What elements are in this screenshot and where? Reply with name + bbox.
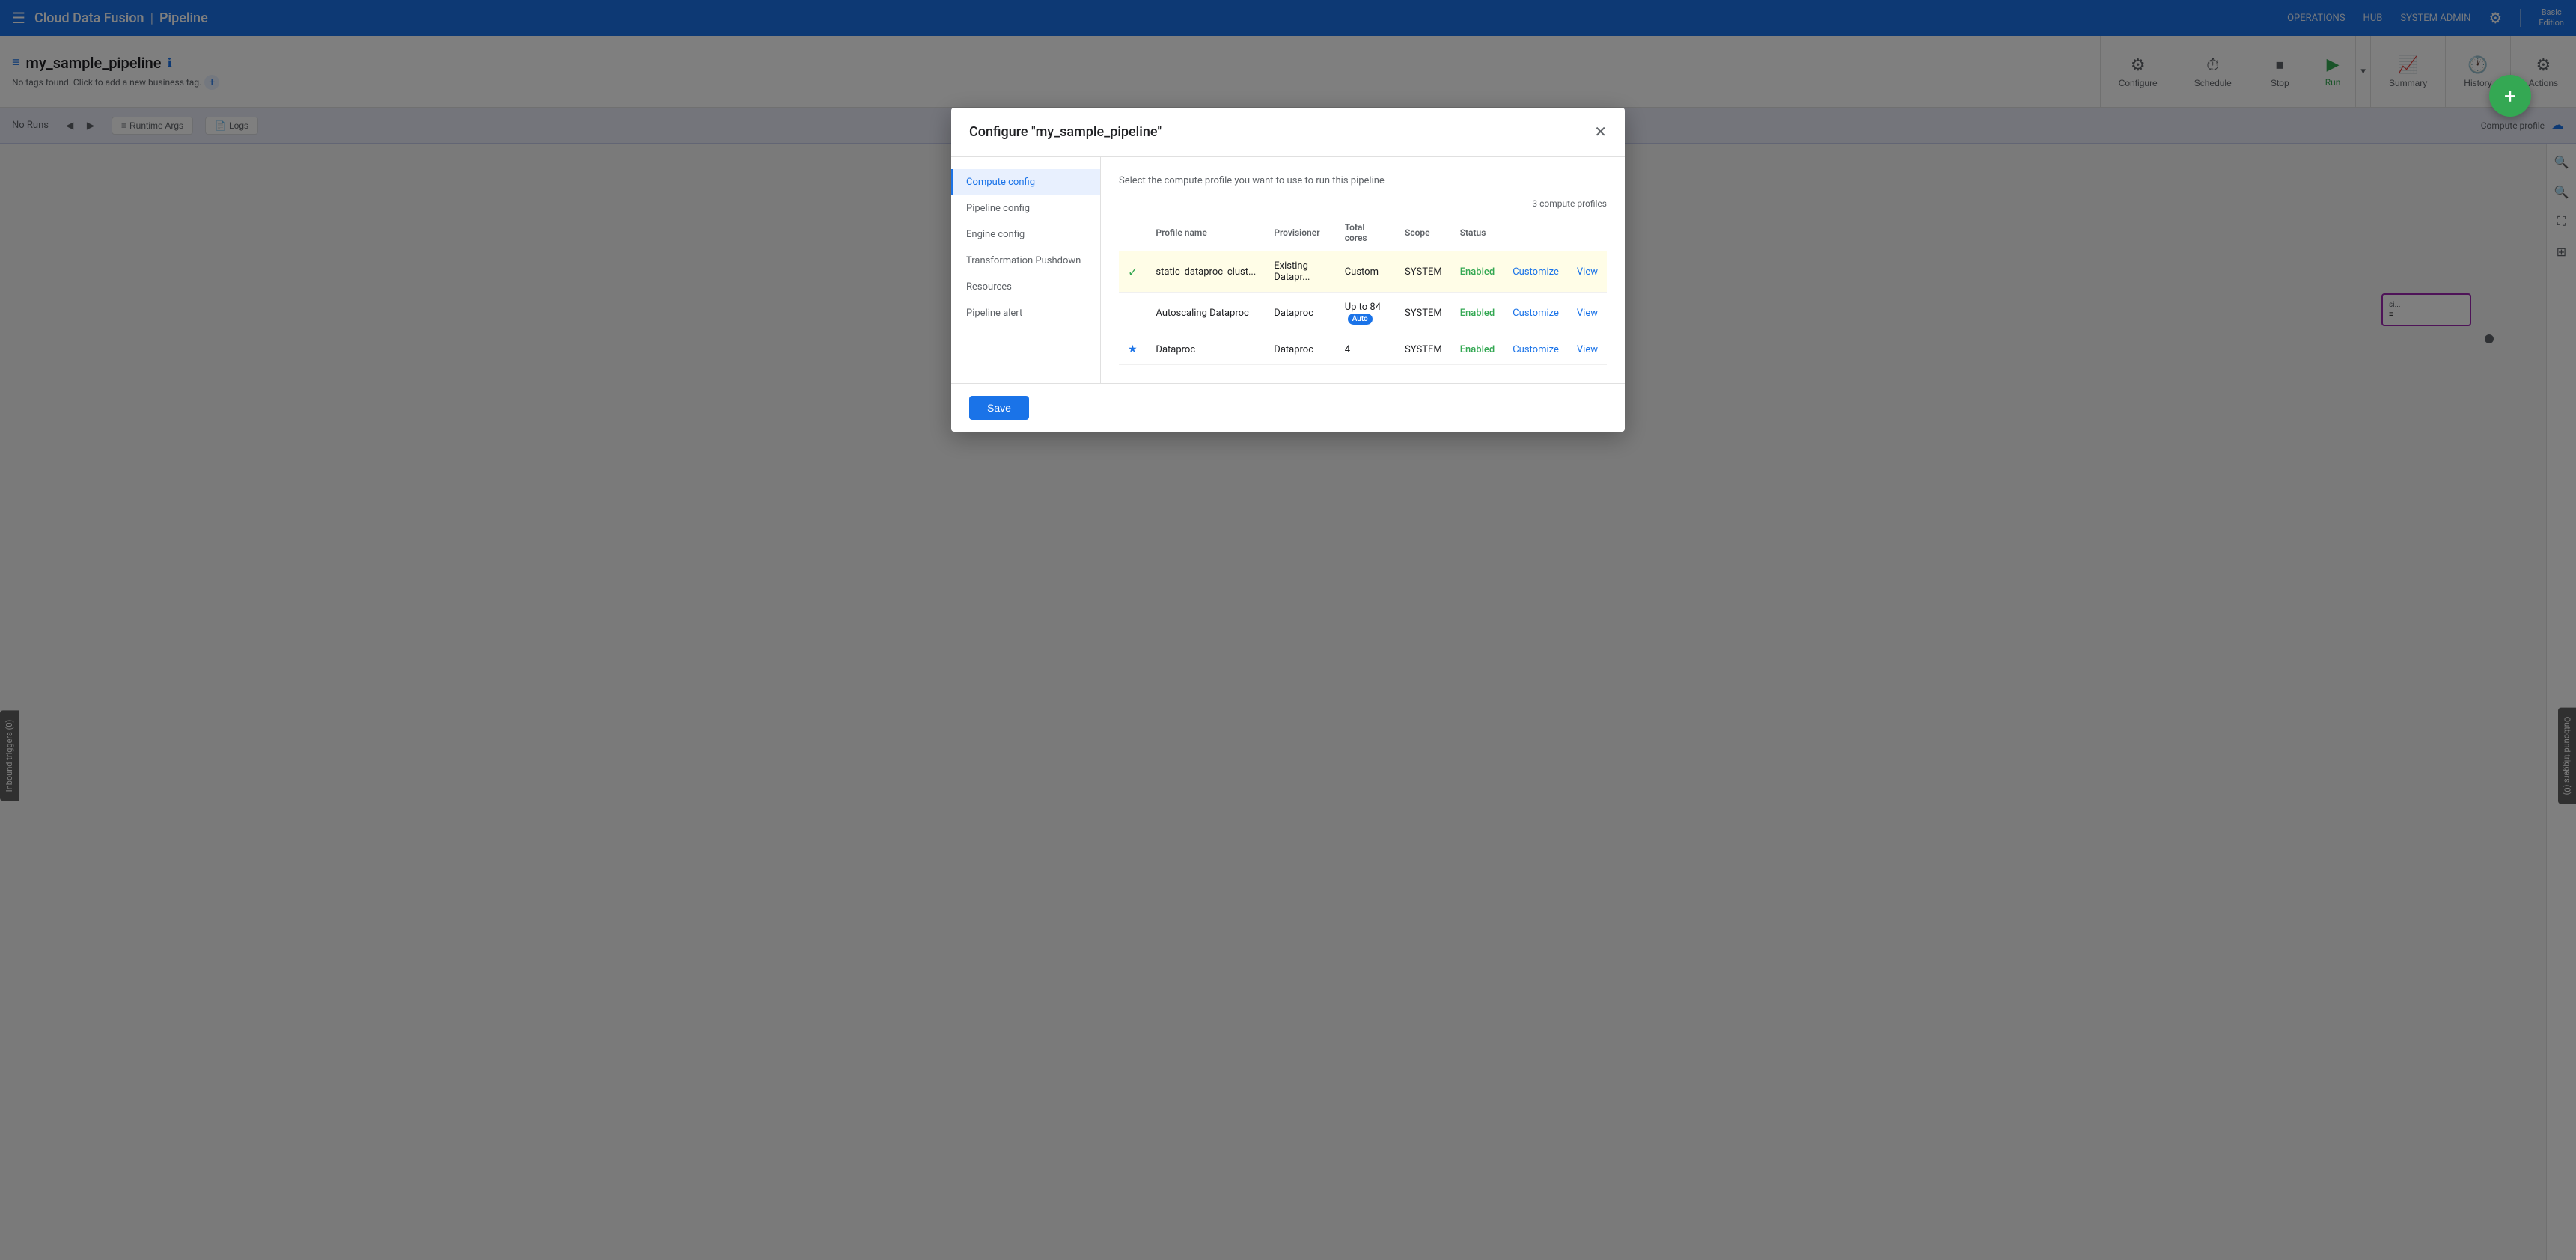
row-indicator-3: ★ <box>1119 334 1147 365</box>
modal-content-area: Select the compute profile you want to u… <box>1101 157 1625 383</box>
view-link-3[interactable]: View <box>1577 344 1598 355</box>
status-enabled-3: Enabled <box>1460 344 1495 355</box>
row-provisioner-2: Dataproc <box>1265 293 1335 334</box>
row-view-2[interactable]: View <box>1568 293 1607 334</box>
col-provisioner: Provisioner <box>1265 215 1335 251</box>
nav-compute-config[interactable]: Compute config <box>951 169 1100 195</box>
nav-pipeline-config[interactable]: Pipeline config <box>951 195 1100 221</box>
row-total-cores-2: Up to 84 Auto <box>1336 293 1396 334</box>
auto-badge: Auto <box>1348 314 1373 325</box>
table-row[interactable]: Autoscaling Dataproc Dataproc Up to 84 A… <box>1119 293 1607 334</box>
view-link-2[interactable]: View <box>1577 308 1598 319</box>
status-enabled: Enabled <box>1460 266 1495 278</box>
row-status-3: Enabled <box>1451 334 1504 365</box>
modal-header: Configure "my_sample_pipeline" ✕ <box>951 108 1625 157</box>
row-indicator: ✓ <box>1119 251 1147 293</box>
modal-overlay[interactable]: Configure "my_sample_pipeline" ✕ Compute… <box>0 0 2576 1260</box>
row-profile-name-3: Dataproc <box>1147 334 1265 365</box>
row-scope: SYSTEM <box>1396 251 1451 293</box>
content-description: Select the compute profile you want to u… <box>1119 175 1607 186</box>
customize-link-2[interactable]: Customize <box>1513 308 1559 319</box>
row-total-cores: Custom <box>1336 251 1396 293</box>
status-enabled-2: Enabled <box>1460 308 1495 319</box>
table-body: ✓ static_dataproc_clust... Existing Data… <box>1119 251 1607 365</box>
view-link-1[interactable]: View <box>1577 266 1598 278</box>
row-customize[interactable]: Customize <box>1504 251 1568 293</box>
col-total-cores: Total cores <box>1336 215 1396 251</box>
row-customize-2[interactable]: Customize <box>1504 293 1568 334</box>
row-customize-3[interactable]: Customize <box>1504 334 1568 365</box>
row-status: Enabled <box>1451 251 1504 293</box>
check-icon: ✓ <box>1128 265 1138 279</box>
customize-link-1[interactable]: Customize <box>1513 266 1559 278</box>
nav-engine-config[interactable]: Engine config <box>951 221 1100 248</box>
row-profile-name-2: Autoscaling Dataproc <box>1147 293 1265 334</box>
profiles-table: Profile name Provisioner Total cores Sco… <box>1119 215 1607 365</box>
nav-transformation-pushdown[interactable]: Transformation Pushdown <box>951 248 1100 274</box>
col-status: Status <box>1451 215 1504 251</box>
col-profile-name: Profile name <box>1147 215 1265 251</box>
row-scope-3: SYSTEM <box>1396 334 1451 365</box>
col-customize <box>1504 215 1568 251</box>
col-view <box>1568 215 1607 251</box>
row-indicator-2 <box>1119 293 1147 334</box>
save-button[interactable]: Save <box>969 396 1029 420</box>
table-row[interactable]: ✓ static_dataproc_clust... Existing Data… <box>1119 251 1607 293</box>
col-scope: Scope <box>1396 215 1451 251</box>
nav-resources[interactable]: Resources <box>951 274 1100 300</box>
modal-body: Compute config Pipeline config Engine co… <box>951 157 1625 383</box>
row-provisioner: Existing Datapr... <box>1265 251 1335 293</box>
row-total-cores-3: 4 <box>1336 334 1396 365</box>
table-header: Profile name Provisioner Total cores Sco… <box>1119 215 1607 251</box>
modal-title: Configure "my_sample_pipeline" <box>969 124 1162 140</box>
nav-pipeline-alert[interactable]: Pipeline alert <box>951 300 1100 326</box>
star-icon: ★ <box>1128 343 1138 355</box>
row-scope-2: SYSTEM <box>1396 293 1451 334</box>
row-view[interactable]: View <box>1568 251 1607 293</box>
add-fab-button[interactable]: + <box>2489 75 2531 117</box>
modal-sidebar: Compute config Pipeline config Engine co… <box>951 157 1101 383</box>
row-profile-name: static_dataproc_clust... <box>1147 251 1265 293</box>
modal-close-button[interactable]: ✕ <box>1594 123 1607 141</box>
profiles-count: 3 compute profiles <box>1119 198 1607 209</box>
row-provisioner-3: Dataproc <box>1265 334 1335 365</box>
modal-footer: Save <box>951 383 1625 432</box>
row-view-3[interactable]: View <box>1568 334 1607 365</box>
table-row[interactable]: ★ Dataproc Dataproc 4 SYSTEM Enabled Cus… <box>1119 334 1607 365</box>
row-status-2: Enabled <box>1451 293 1504 334</box>
customize-link-3[interactable]: Customize <box>1513 344 1559 355</box>
col-indicator <box>1119 215 1147 251</box>
modal: Configure "my_sample_pipeline" ✕ Compute… <box>951 108 1625 432</box>
